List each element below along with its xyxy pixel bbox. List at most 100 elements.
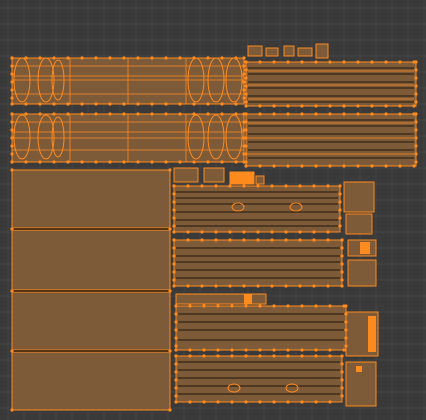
uv-vertex[interactable] (172, 238, 176, 242)
uv-vertex[interactable] (258, 400, 262, 404)
uv-vertex[interactable] (340, 254, 344, 258)
uv-vertex[interactable] (314, 112, 318, 116)
uv-vertex[interactable] (258, 60, 262, 64)
uv-vertex[interactable] (312, 284, 316, 288)
uv-vertex[interactable] (192, 112, 196, 116)
uv-vertex[interactable] (286, 354, 290, 358)
uv-vertex[interactable] (174, 370, 178, 374)
uv-vertex[interactable] (244, 136, 248, 140)
uv-vertex[interactable] (220, 56, 224, 60)
uv-vertex[interactable] (38, 102, 42, 106)
uv-vertex[interactable] (272, 348, 276, 352)
uv-vertex[interactable] (214, 230, 218, 234)
uv-vertex[interactable] (10, 227, 14, 231)
uv-vertex[interactable] (172, 284, 176, 288)
uv-vertex[interactable] (340, 278, 344, 282)
uv-vertex[interactable] (174, 362, 178, 366)
uv-vertex[interactable] (342, 60, 346, 64)
uv-vertex[interactable] (370, 104, 374, 108)
uv-vertex[interactable] (384, 104, 388, 108)
uv-vertex[interactable] (298, 284, 302, 288)
uv-vertex[interactable] (326, 184, 330, 188)
uv-vertex[interactable] (188, 400, 192, 404)
uv-vertex[interactable] (136, 112, 140, 116)
uv-vertex[interactable] (200, 238, 204, 242)
uv-vertex[interactable] (300, 304, 304, 308)
uv-vertex[interactable] (108, 112, 112, 116)
uv-vertex[interactable] (370, 112, 374, 116)
uv-vertex[interactable] (10, 160, 14, 164)
uv-vertex[interactable] (286, 112, 290, 116)
uv-vertex[interactable] (414, 100, 418, 104)
uv-vertex[interactable] (326, 238, 330, 242)
uv-vertex[interactable] (164, 56, 168, 60)
uv-vertex[interactable] (172, 200, 176, 204)
uv-vertex[interactable] (10, 56, 14, 60)
uv-vertex[interactable] (174, 348, 178, 352)
uv-vertex[interactable] (122, 112, 126, 116)
uv-vertex[interactable] (314, 400, 318, 404)
uv-vertex[interactable] (172, 216, 176, 220)
uv-vertex[interactable] (286, 400, 290, 404)
uv-vertex[interactable] (10, 128, 14, 132)
uv-vertex[interactable] (398, 104, 402, 108)
uv-vertex[interactable] (300, 400, 304, 404)
uv-vertex[interactable] (286, 60, 290, 64)
uv-vertex[interactable] (94, 102, 98, 106)
uv-vertex[interactable] (202, 354, 206, 358)
uv-vertex[interactable] (244, 164, 248, 168)
uv-vertex[interactable] (174, 320, 178, 324)
uv-vertex[interactable] (230, 304, 234, 308)
uv-vertex[interactable] (328, 400, 332, 404)
uv-vertex[interactable] (38, 56, 42, 60)
uv-vertex[interactable] (242, 184, 246, 188)
uv-vertex[interactable] (186, 238, 190, 242)
uv-vertex[interactable] (300, 348, 304, 352)
uv-vertex[interactable] (164, 160, 168, 164)
uv-vertex[interactable] (168, 349, 172, 353)
uv-vertex[interactable] (202, 348, 206, 352)
uv-vertex[interactable] (172, 224, 176, 228)
uv-vertex[interactable] (340, 262, 344, 266)
uv-vertex[interactable] (338, 192, 342, 196)
uv-vertex[interactable] (94, 112, 98, 116)
uv-vertex[interactable] (10, 168, 14, 172)
uv-vertex[interactable] (244, 400, 248, 404)
uv-vertex[interactable] (242, 88, 246, 92)
uv-islands[interactable] (10, 43, 418, 412)
uv-vertex[interactable] (192, 56, 196, 60)
uv-vertex[interactable] (356, 112, 360, 116)
uv-vertex[interactable] (244, 100, 248, 104)
uv-vertex[interactable] (300, 354, 304, 358)
uv-vertex[interactable] (230, 348, 234, 352)
uv-vertex[interactable] (384, 164, 388, 168)
uv-vertex[interactable] (234, 160, 238, 164)
uv-vertex[interactable] (344, 328, 348, 332)
uv-vertex[interactable] (122, 56, 126, 60)
uv-vertex[interactable] (258, 304, 262, 308)
uv-vertex[interactable] (10, 289, 14, 293)
uv-vertex[interactable] (24, 112, 28, 116)
uv-vertex[interactable] (314, 348, 318, 352)
uv-vertex[interactable] (414, 112, 418, 116)
uv-vertex[interactable] (270, 238, 274, 242)
uv-vertex[interactable] (178, 102, 182, 106)
uv-vertex[interactable] (214, 238, 218, 242)
uv-vertex[interactable] (174, 304, 178, 308)
uv-vertex[interactable] (94, 160, 98, 164)
uv-vertex[interactable] (188, 348, 192, 352)
uv-vertex[interactable] (242, 64, 246, 68)
uv-vertex[interactable] (230, 354, 234, 358)
uv-vertex[interactable] (150, 102, 154, 106)
uv-vertex[interactable] (342, 348, 346, 352)
uv-vertex[interactable] (174, 328, 178, 332)
uv-vertex[interactable] (206, 56, 210, 60)
uv-vertex[interactable] (244, 120, 248, 124)
uv-vertex[interactable] (340, 394, 344, 398)
uv-vertex[interactable] (174, 394, 178, 398)
uv-vertex[interactable] (298, 230, 302, 234)
uv-vertex[interactable] (10, 349, 14, 353)
uv-vertex[interactable] (284, 230, 288, 234)
uv-vertex[interactable] (272, 400, 276, 404)
uv-vertex[interactable] (284, 284, 288, 288)
